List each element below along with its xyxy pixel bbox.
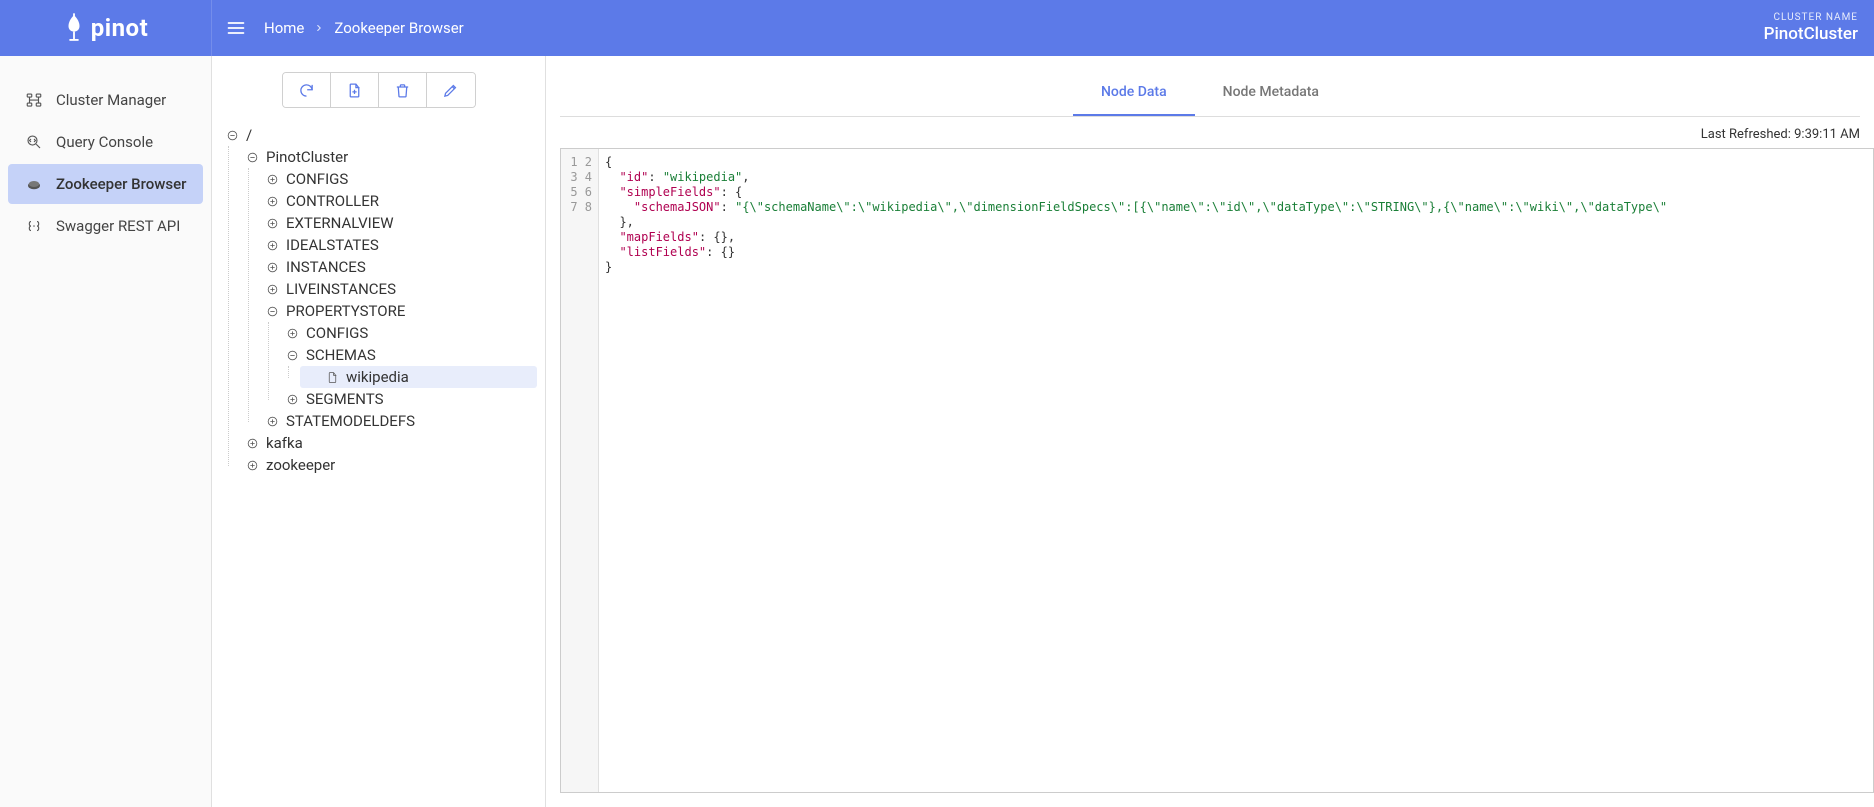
sidebar-item-cluster-manager[interactable]: Cluster Manager — [8, 80, 203, 120]
app-header: pinot Home Zookeeper Browser CLUSTER NAM… — [0, 0, 1874, 56]
refresh-icon — [298, 82, 315, 99]
tree-node-label: IDEALSTATES — [286, 236, 379, 254]
sidebar: Cluster Manager Query Console Zookeeper … — [0, 56, 212, 807]
tree-node-label: CONTROLLER — [286, 192, 379, 210]
expand-icon[interactable] — [264, 171, 280, 187]
tree-node[interactable]: CONFIGS — [260, 168, 537, 190]
cluster-icon — [24, 90, 44, 110]
expand-icon[interactable] — [264, 281, 280, 297]
hamburger-icon — [226, 18, 246, 38]
tree-node[interactable]: SEGMENTS — [280, 388, 537, 410]
cluster-label: CLUSTER NAME — [1764, 12, 1858, 24]
editor-scroll[interactable]: { "id": "wikipedia", "simpleFields": { "… — [599, 149, 1873, 792]
tree-node-label: kafka — [266, 434, 303, 452]
editor-gutter: 1 2 3 4 5 6 7 8 — [561, 149, 599, 792]
trash-icon — [394, 82, 411, 99]
collapse-icon[interactable] — [244, 149, 260, 165]
file-plus-icon — [346, 82, 363, 99]
tree-node-label: INSTANCES — [286, 258, 366, 276]
api-icon — [24, 216, 44, 236]
file-icon — [326, 370, 340, 384]
pencil-icon — [442, 82, 459, 99]
refresh-button[interactable] — [283, 73, 331, 107]
tree-node-label: EXTERNALVIEW — [286, 214, 394, 232]
cluster-info: CLUSTER NAME PinotCluster — [1764, 12, 1858, 44]
sidebar-item-label: Zookeeper Browser — [56, 175, 186, 193]
tree-node[interactable]: INSTANCES — [260, 256, 537, 278]
tree-node-selected[interactable]: wikipedia — [300, 366, 537, 388]
logo-text: pinot — [91, 14, 148, 42]
edit-node-button[interactable] — [427, 73, 475, 107]
tree-node-label: CONFIGS — [286, 170, 348, 188]
tree-node-label: zookeeper — [266, 456, 335, 474]
sidebar-item-label: Cluster Manager — [56, 91, 166, 109]
add-node-button[interactable] — [331, 73, 379, 107]
breadcrumb: Home Zookeeper Browser — [264, 19, 464, 37]
tree-toolbar — [212, 56, 545, 120]
content-panel: Node Data Node Metadata Last Refreshed: … — [546, 56, 1874, 807]
tree-node[interactable]: SCHEMAS wikipedia — [280, 344, 537, 388]
expand-icon[interactable] — [284, 391, 300, 407]
zk-tree: / PinotCluster CONFIGS CONTROLLER EXTER — [212, 120, 545, 807]
last-refreshed: Last Refreshed: 9:39:11 AM — [560, 117, 1874, 148]
tree-node[interactable]: PROPERTYSTORE CONFIGS SCHEMAS — [260, 300, 537, 410]
tree-node[interactable]: IDEALSTATES — [260, 234, 537, 256]
sidebar-item-query-console[interactable]: Query Console — [8, 122, 203, 162]
expand-icon[interactable] — [284, 325, 300, 341]
breadcrumb-current: Zookeeper Browser — [334, 19, 463, 37]
expand-icon[interactable] — [264, 259, 280, 275]
collapse-icon[interactable] — [264, 303, 280, 319]
logo[interactable]: pinot — [63, 13, 148, 43]
tree-node[interactable]: LIVEINSTANCES — [260, 278, 537, 300]
tree-node-label: SEGMENTS — [306, 390, 384, 408]
tree-node-label: PinotCluster — [266, 148, 348, 166]
tree-node-label: PROPERTYSTORE — [286, 302, 405, 320]
collapse-icon[interactable] — [224, 127, 240, 143]
tree-node[interactable]: CONFIGS — [280, 322, 537, 344]
breadcrumb-home[interactable]: Home — [264, 19, 304, 37]
last-refreshed-label: Last Refreshed: — [1701, 127, 1794, 142]
tree-node-label: STATEMODELDEFS — [286, 412, 415, 430]
sidebar-item-label: Swagger REST API — [56, 217, 180, 235]
tree-node[interactable]: kafka — [240, 432, 537, 454]
tree-node[interactable]: EXTERNALVIEW — [260, 212, 537, 234]
tree-node-label: SCHEMAS — [306, 346, 376, 364]
tree-node-root[interactable]: / PinotCluster CONFIGS CONTROLLER EXTER — [220, 124, 537, 476]
tree-node-label: LIVEINSTANCES — [286, 280, 396, 298]
menu-toggle-button[interactable] — [212, 0, 260, 56]
code-editor[interactable]: 1 2 3 4 5 6 7 8 { "id": "wikipedia", "si… — [560, 148, 1874, 793]
sidebar-item-swagger-rest-api[interactable]: Swagger REST API — [8, 206, 203, 246]
tree-node-label: / — [246, 126, 252, 144]
delete-node-button[interactable] — [379, 73, 427, 107]
cluster-name: PinotCluster — [1764, 24, 1858, 44]
logo-block: pinot — [0, 0, 212, 56]
expand-icon[interactable] — [264, 237, 280, 253]
logo-icon — [63, 13, 85, 43]
tree-node[interactable]: CONTROLLER — [260, 190, 537, 212]
expand-icon[interactable] — [264, 193, 280, 209]
expand-icon[interactable] — [264, 215, 280, 231]
tab-node-data[interactable]: Node Data — [1073, 70, 1195, 116]
tree-node-label: wikipedia — [346, 368, 409, 386]
last-refreshed-time: 9:39:11 AM — [1794, 127, 1860, 142]
tabs: Node Data Node Metadata — [560, 70, 1860, 117]
zookeeper-icon — [24, 174, 44, 194]
tab-node-metadata[interactable]: Node Metadata — [1195, 70, 1347, 116]
chevron-right-icon — [314, 19, 324, 37]
tree-node[interactable]: PinotCluster CONFIGS CONTROLLER EXTERNAL… — [240, 146, 537, 432]
expand-icon[interactable] — [264, 413, 280, 429]
expand-icon[interactable] — [244, 435, 260, 451]
tree-node[interactable]: STATEMODELDEFS — [260, 410, 537, 432]
collapse-icon[interactable] — [284, 347, 300, 363]
tree-node-label: CONFIGS — [306, 324, 368, 342]
expand-icon[interactable] — [244, 457, 260, 473]
search-code-icon — [24, 132, 44, 152]
sidebar-item-zookeeper-browser[interactable]: Zookeeper Browser — [8, 164, 203, 204]
editor-content[interactable]: { "id": "wikipedia", "simpleFields": { "… — [599, 149, 1873, 275]
tree-panel: / PinotCluster CONFIGS CONTROLLER EXTER — [212, 56, 546, 807]
sidebar-item-label: Query Console — [56, 133, 153, 151]
tree-node[interactable]: zookeeper — [240, 454, 537, 476]
